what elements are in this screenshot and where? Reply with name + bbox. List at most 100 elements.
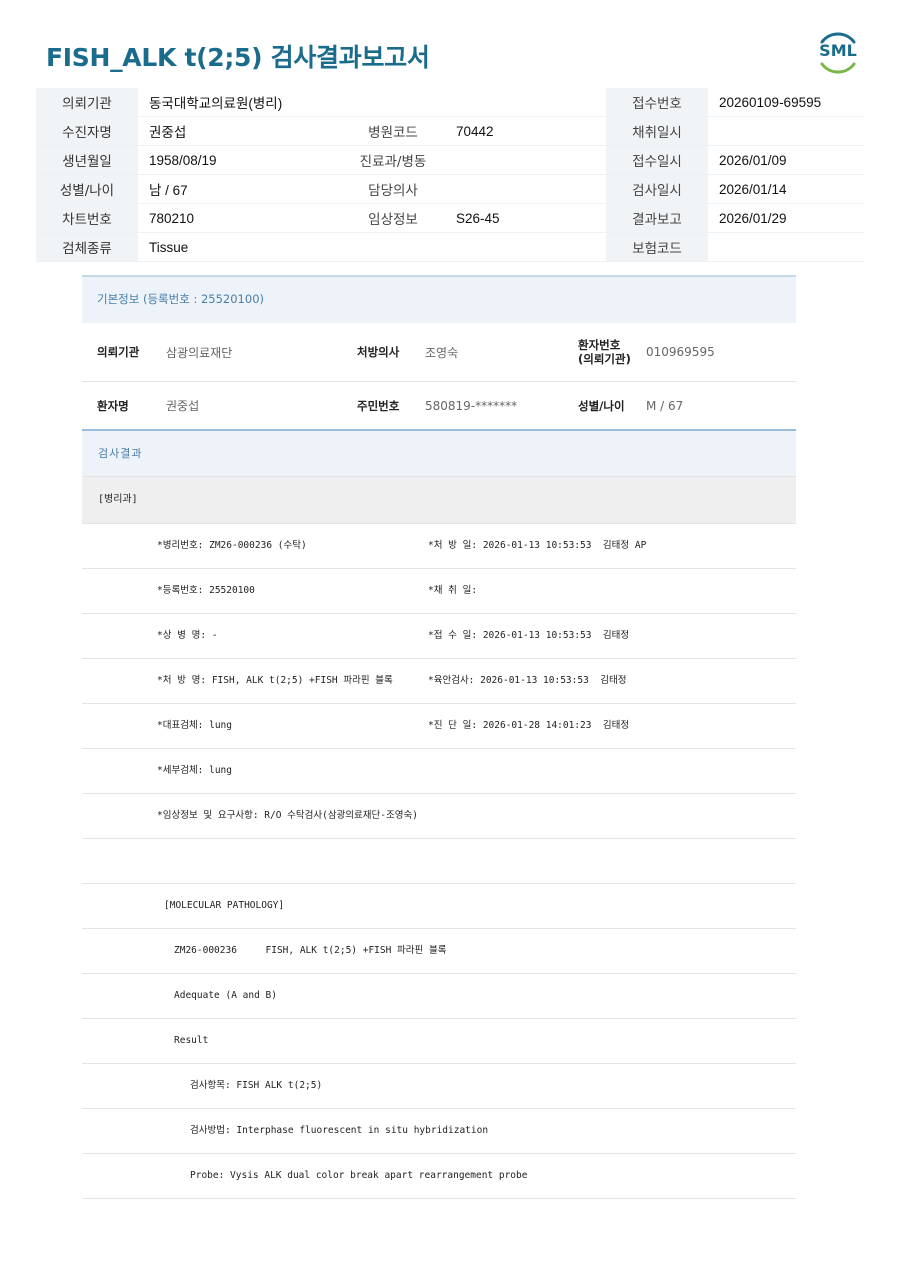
- patient-table-row: 검체종류 Tissue 보험코드: [36, 232, 864, 262]
- field-label: 병원코드: [341, 116, 445, 146]
- basic-info-title: 기본정보: [97, 292, 140, 306]
- label-patient-number: 환자번호: [578, 338, 621, 352]
- field-label: 수진자명: [36, 116, 138, 146]
- result-line: *상 병 명: - *접 수 일: 2026-01-13 10:53:53 김태정: [82, 614, 796, 659]
- value-sex-age: M / 67: [646, 398, 684, 413]
- result-line-text-right: *육안검사: 2026-01-13 10:53:53 김태정: [428, 675, 627, 686]
- result-line-text: *임상정보 및 요구사항: R/O 수탁검사(삼광의료재단-조영숙): [157, 810, 418, 821]
- field-value: [708, 232, 864, 262]
- patient-table-row: 의뢰기관 동국대학교의료원(병리) 접수번호 20260109-69595: [36, 88, 864, 117]
- field-label: 생년월일: [36, 145, 138, 175]
- field-value: 780210: [138, 203, 341, 233]
- value-resident-number: 580819-*******: [425, 398, 518, 413]
- result-line-text-right: *진 단 일: 2026-01-28 14:01:23 김태정: [428, 720, 630, 731]
- result-line: [82, 839, 796, 884]
- result-line: *처 방 명: FISH, ALK t(2;5) +FISH 파라핀 블록 *육안…: [82, 659, 796, 704]
- result-line: Adequate (A and B): [82, 974, 796, 1019]
- pathology-section-label: [병리과]: [82, 477, 796, 524]
- field-label: 접수일시: [606, 145, 708, 175]
- field-label: 접수번호: [606, 88, 708, 117]
- result-line: Result: [82, 1019, 796, 1064]
- field-value: 2026/01/09: [708, 145, 864, 175]
- field-label: 검체종류: [36, 232, 138, 262]
- value-institution: 삼광의료재단: [166, 345, 233, 360]
- field-label: 차트번호: [36, 203, 138, 233]
- result-line: *대표검체: lung *진 단 일: 2026-01-28 14:01:23 김…: [82, 704, 796, 749]
- field-label: 의뢰기관: [36, 88, 138, 117]
- result-line: *임상정보 및 요구사항: R/O 수탁검사(삼광의료재단-조영숙): [82, 794, 796, 839]
- basic-info-row-1: 의뢰기관 삼광의료재단 처방의사 조영숙 환자번호 (의뢰기관) 0109695…: [82, 323, 796, 382]
- results-heading: 검사결과: [82, 431, 796, 477]
- field-value: S26-45: [445, 203, 606, 233]
- field-value: [708, 116, 864, 146]
- field-value: 70442: [445, 116, 606, 146]
- field-value: 1958/08/19: [138, 145, 341, 175]
- result-line: *병리번호: ZM26-000236 (수탁) *처 방 일: 2026-01-1…: [82, 524, 796, 569]
- patient-table-row: 성별/나이 남 / 67 담당의사 검사일시 2026/01/14: [36, 174, 864, 204]
- result-line-text: Probe: Vysis ALK dual color break apart …: [190, 1170, 528, 1181]
- field-value: [445, 174, 606, 204]
- field-value: 남 / 67: [138, 174, 341, 204]
- field-label: 채취일시: [606, 116, 708, 146]
- result-line-text: Result: [174, 1035, 209, 1046]
- field-value: 2026/01/14: [708, 174, 864, 204]
- result-line-text: *병리번호: ZM26-000236 (수탁): [157, 540, 307, 551]
- patient-table-row: 생년월일 1958/08/19 진료과/병동 접수일시 2026/01/09: [36, 145, 864, 175]
- result-line-text-right: *접 수 일: 2026-01-13 10:53:53 김태정: [428, 630, 630, 641]
- field-value: 20260109-69595: [708, 88, 864, 117]
- field-value: [445, 88, 606, 117]
- report-title: FISH_ALK t(2;5) 검사결과보고서: [46, 43, 430, 72]
- result-line-text: *처 방 명: FISH, ALK t(2;5) +FISH 파라핀 블록: [157, 675, 393, 686]
- field-label: [341, 88, 445, 117]
- result-line-text: *상 병 명: -: [157, 630, 218, 641]
- value-doctor: 조영숙: [425, 345, 459, 360]
- basic-info-section: 기본정보 (등록번호 : 25520100) 의뢰기관 삼광의료재단 처방의사 …: [82, 275, 796, 1199]
- result-line: *등록번호: 25520100 *채 취 일:: [82, 569, 796, 614]
- result-line-text: 검사방법: Interphase fluorescent in situ hyb…: [190, 1125, 489, 1136]
- value-patient-number: 010969595: [646, 345, 715, 359]
- label-institution: 의뢰기관: [97, 345, 140, 359]
- field-label: 결과보고: [606, 203, 708, 233]
- result-line: Probe: Vysis ALK dual color break apart …: [82, 1154, 796, 1199]
- label-patient-name: 환자명: [97, 398, 129, 413]
- field-label: 검사일시: [606, 174, 708, 204]
- field-label: 임상정보: [341, 203, 445, 233]
- field-value: 권중섭: [138, 116, 341, 146]
- result-line-text-right: *채 취 일:: [428, 585, 478, 596]
- result-line-text: ZM26-000236 FISH, ALK t(2;5) +FISH 파라핀 블…: [174, 945, 447, 956]
- field-label: 성별/나이: [36, 174, 138, 204]
- patient-table-row: 수진자명 권중섭 병원코드 70442 채취일시: [36, 116, 864, 146]
- result-line-text-right: *처 방 일: 2026-01-13 10:53:53 김태정 AP: [428, 540, 647, 551]
- result-line-text: [MOLECULAR PATHOLOGY]: [164, 900, 285, 911]
- result-line: 검사항목: FISH ALK t(2;5): [82, 1064, 796, 1109]
- result-line-text: 검사항목: FISH ALK t(2;5): [190, 1080, 323, 1091]
- basic-info-row-2: 환자명 권중섭 주민번호 580819-******* 성별/나이 M / 67: [82, 382, 796, 431]
- registration-number: (등록번호 : 25520100): [142, 292, 264, 306]
- result-line: ZM26-000236 FISH, ALK t(2;5) +FISH 파라핀 블…: [82, 929, 796, 974]
- field-label: 진료과/병동: [341, 145, 445, 175]
- field-label: 담당의사: [341, 174, 445, 204]
- basic-info-heading: 기본정보 (등록번호 : 25520100): [82, 275, 796, 323]
- field-value: 동국대학교의료원(병리): [138, 88, 341, 117]
- label-doctor: 처방의사: [357, 345, 400, 359]
- result-line-text: *등록번호: 25520100: [157, 585, 255, 596]
- patient-info-table: 의뢰기관 동국대학교의료원(병리) 접수번호 20260109-69595 수진자명 권중…: [36, 88, 864, 262]
- label-patient-number-sub: (의뢰기관): [578, 352, 631, 366]
- field-label: 보험코드: [606, 232, 708, 262]
- label-sex-age: 성별/나이: [578, 398, 625, 413]
- field-value: 2026/01/29: [708, 203, 864, 233]
- field-value: [445, 145, 606, 175]
- field-label: [341, 232, 445, 262]
- patient-table-row: 차트번호 780210 임상정보 S26-45 결과보고 2026/01/29: [36, 203, 864, 233]
- label-resident-number: 주민번호: [357, 398, 400, 413]
- result-line: 검사방법: Interphase fluorescent in situ hyb…: [82, 1109, 796, 1154]
- field-value: [445, 232, 606, 262]
- value-patient-name: 권중섭: [166, 399, 200, 413]
- result-lines: *병리번호: ZM26-000236 (수탁) *처 방 일: 2026-01-1…: [82, 524, 796, 1199]
- result-line: [MOLECULAR PATHOLOGY]: [82, 884, 796, 929]
- result-line-text: *세부검체: lung: [157, 765, 232, 776]
- result-line-text: *대표검체: lung: [157, 720, 232, 731]
- field-value: Tissue: [138, 232, 341, 262]
- result-line: *세부검체: lung: [82, 749, 796, 794]
- result-line-text: Adequate (A and B): [174, 990, 277, 1001]
